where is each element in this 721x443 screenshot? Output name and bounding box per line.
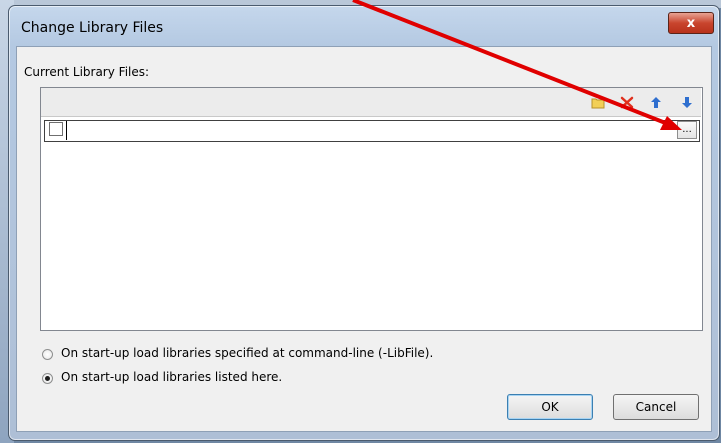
annotation-arrow — [352, 0, 682, 130]
